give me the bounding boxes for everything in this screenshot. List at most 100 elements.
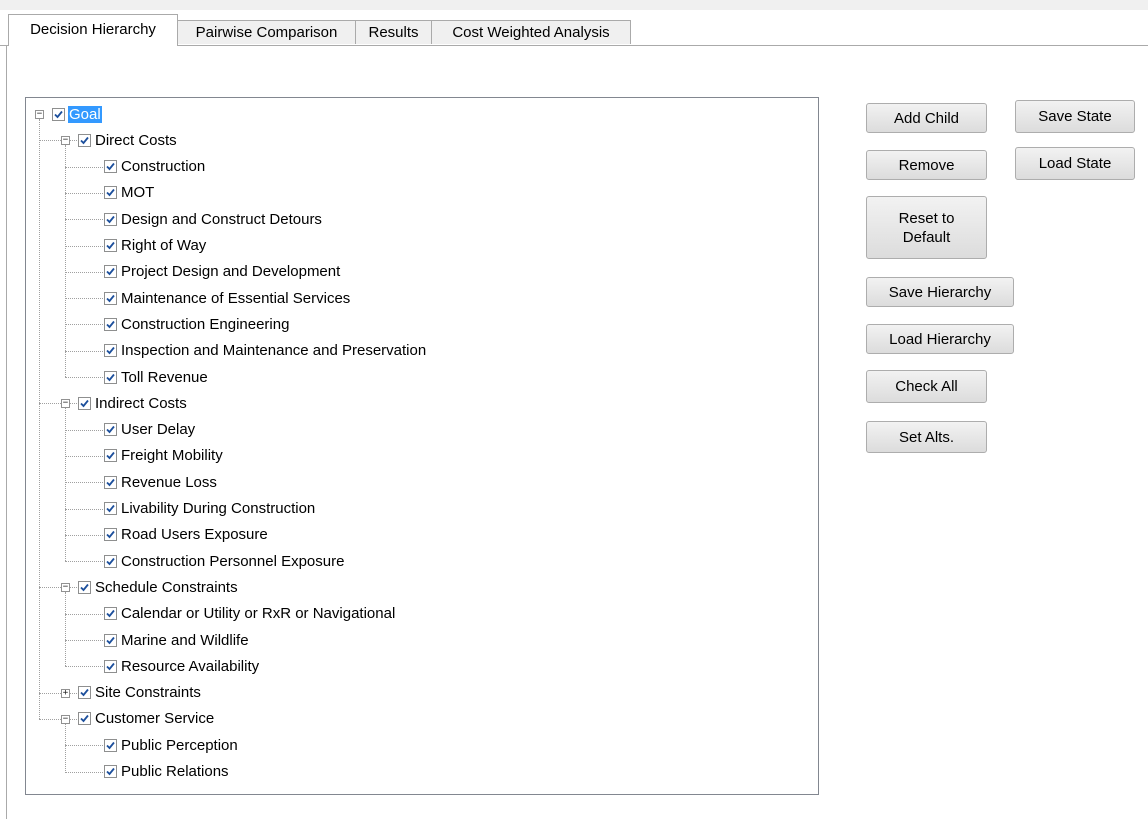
checkbox[interactable]	[52, 107, 65, 121]
decision-hierarchy-tree[interactable]: Goal − Direct Costs − Construction MOT Design …	[25, 97, 819, 795]
tree-node-indirect-costs[interactable]: Indirect Costs	[78, 392, 188, 414]
checkbox[interactable]	[104, 160, 117, 174]
collapse-icon[interactable]: −	[35, 110, 44, 119]
tree-connector	[65, 592, 66, 667]
tree-connector	[65, 324, 103, 326]
checkbox[interactable]	[78, 712, 91, 726]
tree-node-mot[interactable]: MOT	[104, 182, 155, 204]
save-state-button[interactable]: Save State	[1015, 100, 1135, 133]
tab-decision-hierarchy[interactable]: Decision Hierarchy	[8, 14, 178, 46]
checkbox[interactable]	[78, 396, 91, 410]
tree-node-freight-mobility[interactable]: Freight Mobility	[104, 445, 224, 467]
checkbox[interactable]	[78, 133, 91, 147]
tree-node-livability-during-construction[interactable]: Livability During Construction	[104, 498, 316, 520]
tree-node-label: Construction Personnel Exposure	[121, 552, 345, 570]
tree-node-label: Public Relations	[121, 763, 229, 780]
checkbox[interactable]	[104, 738, 117, 752]
tab-page-border	[6, 46, 7, 819]
tree-node-label: Customer Service	[95, 710, 215, 728]
load-hierarchy-button[interactable]: Load Hierarchy	[866, 324, 1014, 354]
tab-pairwise-comparison[interactable]: Pairwise Comparison	[177, 20, 356, 44]
tree-connector	[65, 455, 103, 457]
tree-node-toll-revenue[interactable]: Toll Revenue	[104, 366, 209, 388]
checkbox[interactable]	[104, 370, 117, 384]
reset-to-default-button[interactable]: Reset to Default	[866, 196, 987, 259]
tree-node-project-design-and-development[interactable]: Project Design and Development	[104, 261, 341, 283]
collapse-icon[interactable]: −	[61, 136, 70, 146]
tree-node-right-of-way[interactable]: Right of Way	[104, 235, 207, 257]
tree-connector	[65, 723, 66, 772]
tree-node-label: Goal	[68, 105, 102, 123]
checkbox[interactable]	[104, 239, 117, 252]
tree-node-construction-personnel-exposure[interactable]: Construction Personnel Exposure	[104, 550, 345, 572]
tree-node-label: Project Design and Development	[121, 263, 341, 281]
checkbox[interactable]	[104, 265, 117, 279]
tree-node-label: Construction	[121, 158, 206, 176]
tree-node-user-delay[interactable]: User Delay	[104, 419, 196, 441]
tree-node-construction[interactable]: Construction	[104, 156, 206, 178]
tree-connector	[39, 718, 77, 720]
tree-node-calendar-or-utility-or-rxr-or-navigational[interactable]: Calendar or Utility or RxR or Navigation…	[104, 603, 396, 625]
expand-icon[interactable]: +	[61, 688, 70, 698]
checkbox[interactable]	[104, 528, 117, 542]
checkbox[interactable]	[104, 554, 117, 568]
tree-node-customer-service[interactable]: Customer Service	[78, 708, 215, 730]
checkbox[interactable]	[104, 502, 117, 515]
tree-connector	[65, 771, 103, 773]
tree-node-label: Indirect Costs	[95, 394, 187, 412]
tree-node-label: Direct Costs	[95, 131, 177, 149]
checkbox[interactable]	[104, 607, 117, 621]
tree-node-maintenance-of-essential-services[interactable]: Maintenance of Essential Services	[104, 287, 351, 309]
tree-connector	[65, 640, 103, 641]
tree-node-site-constraints[interactable]: Site Constraints	[78, 682, 202, 704]
checkbox[interactable]	[104, 291, 117, 305]
checkbox[interactable]	[78, 686, 91, 700]
checkbox[interactable]	[104, 633, 117, 647]
checkbox[interactable]	[104, 423, 117, 437]
checkbox[interactable]	[78, 580, 91, 594]
checkbox[interactable]	[104, 475, 117, 489]
checkbox[interactable]	[104, 344, 117, 358]
tree-node-goal[interactable]: Goal	[52, 103, 102, 125]
tab-results[interactable]: Results	[355, 20, 432, 44]
tree-connector	[39, 692, 77, 694]
tree-node-public-relations[interactable]: Public Relations	[104, 761, 230, 783]
window-top-strip	[0, 0, 1148, 10]
tree-node-design-and-construct-detours[interactable]: Design and Construct Detours	[104, 208, 323, 230]
checkbox[interactable]	[104, 449, 117, 463]
load-state-button[interactable]: Load State	[1015, 147, 1135, 180]
tree-node-label: Construction Engineering	[121, 315, 290, 333]
tree-node-marine-and-wildlife[interactable]: Marine and Wildlife	[104, 629, 250, 651]
checkbox[interactable]	[104, 765, 117, 778]
tree-node-revenue-loss[interactable]: Revenue Loss	[104, 471, 218, 493]
tree-connector	[65, 350, 103, 352]
tree-node-schedule-constraints[interactable]: Schedule Constraints	[78, 576, 239, 598]
tree-connector	[65, 408, 66, 562]
tree-node-direct-costs[interactable]: Direct Costs	[78, 129, 178, 151]
collapse-icon[interactable]: −	[61, 714, 70, 724]
tree-connector	[39, 403, 77, 405]
tree-node-label: Livability During Construction	[121, 500, 316, 517]
checkbox[interactable]	[104, 659, 117, 673]
tab-cost-weighted-analysis[interactable]: Cost Weighted Analysis	[431, 20, 631, 44]
checkbox[interactable]	[104, 212, 117, 226]
tree-connector	[39, 119, 40, 719]
tree-node-public-perception[interactable]: Public Perception	[104, 734, 239, 756]
collapse-icon[interactable]: −	[61, 399, 70, 409]
set-alts-button[interactable]: Set Alts.	[866, 421, 987, 453]
tree-connector	[65, 145, 66, 377]
add-child-button[interactable]: Add Child	[866, 103, 987, 133]
tree-node-label: Revenue Loss	[121, 473, 217, 491]
check-all-button[interactable]: Check All	[866, 370, 987, 403]
tree-node-resource-availability[interactable]: Resource Availability	[104, 655, 260, 677]
tree-node-construction-engineering[interactable]: Construction Engineering	[104, 313, 290, 335]
checkbox[interactable]	[104, 317, 117, 331]
tree-node-label: Toll Revenue	[121, 368, 208, 386]
save-hierarchy-button[interactable]: Save Hierarchy	[866, 277, 1014, 307]
checkbox[interactable]	[104, 186, 117, 200]
tree-node-label: Right of Way	[121, 237, 207, 254]
tree-node-inspection-and-maintenance-and-preservation[interactable]: Inspection and Maintenance and Preservat…	[104, 340, 427, 362]
remove-button[interactable]: Remove	[866, 150, 987, 180]
collapse-icon[interactable]: −	[61, 583, 70, 593]
tree-node-road-users-exposure[interactable]: Road Users Exposure	[104, 524, 269, 546]
